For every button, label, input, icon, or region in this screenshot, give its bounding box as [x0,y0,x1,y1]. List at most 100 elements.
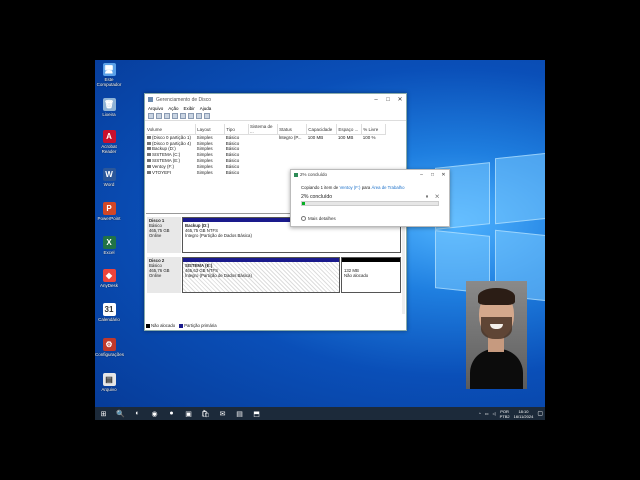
volume-icon [147,147,151,151]
volume-icon [147,159,151,163]
desktop-icon-label: Excel [103,250,115,255]
partition-unallocated[interactable]: 132 MB Não alocado [341,257,401,293]
maximize-button[interactable]: □ [382,97,394,103]
menu-arquivo[interactable]: Arquivo [148,106,163,111]
vertical-scrollbar[interactable] [402,224,405,314]
legend-primary: Partição primária [179,323,217,328]
menu-ajuda[interactable]: Ajuda [200,106,212,111]
copy-description: Copiando 1 item de Ventoy (F:) para Área… [301,185,405,190]
desktop-icon[interactable]: 🗑 Lixeira [95,98,123,117]
start-icon[interactable]: ⊞ [95,407,112,420]
pause-icon[interactable]: ⏸ [426,194,429,200]
partition-sistema[interactable]: SISTEMA (E:) 465,63 GB NTFS Íntegro (Par… [182,257,340,293]
dialog-close-button[interactable]: ✕ [438,172,449,178]
other-app-icon[interactable]: ⬒ [248,407,265,420]
desktop-icon[interactable]: ▤ Arquivo [95,373,123,392]
destination-link[interactable]: Área de Trabalho [372,185,405,190]
desktop-icon[interactable]: 🖥 Este Computador [95,63,123,87]
desktop-icon-label: Arquivo [101,387,117,392]
chevron-up-icon[interactable]: ^ [479,411,481,416]
menu-acao[interactable]: Ação [168,106,178,111]
disk-status: Online [149,273,162,278]
desktop-icon-label: Configurações [95,352,125,357]
cancel-icon[interactable]: ✕ [435,194,439,200]
app-icon: X [102,236,116,249]
explorer-icon[interactable]: ▣ [180,407,197,420]
source-link[interactable]: Ventoy (F:) [339,185,360,190]
help-icon[interactable] [172,113,178,119]
menu-exibir[interactable]: Exibir [184,106,195,111]
more-details-label: Mais detalhes [308,216,336,221]
percent-label: 2% concluído [301,194,333,200]
legend: Não alocado Partição primária [146,323,217,328]
app-icon: A [102,130,116,143]
dialog-minimize-button[interactable]: – [416,172,427,178]
column-header[interactable]: Tipo [224,124,249,135]
desktop-icon[interactable]: ⚙ Configurações [95,338,125,357]
desktop-icon-label: Este Computador [96,77,122,87]
webcam-overlay [466,281,527,389]
dialog-titlebar[interactable]: 2% concluído – □ ✕ [291,170,449,179]
chrome-icon[interactable]: ● [163,407,180,420]
table-cell [248,169,277,175]
column-header[interactable]: Capacidade [306,124,338,135]
unallocated-stripe [342,258,400,262]
volume-icon[interactable]: ◁ [493,411,496,416]
search-icon[interactable]: 🔍 [112,407,129,420]
column-header[interactable]: Sistema de ... [248,124,279,135]
language-indicator[interactable]: POR PTB2 [500,409,510,419]
copy-progress-dialog[interactable]: 2% concluído – □ ✕ Copiando 1 item de Ve… [290,169,450,227]
desktop-icon[interactable]: 31 Calendário [95,303,123,322]
close-button[interactable]: ✕ [394,96,406,103]
app-icon: 31 [102,303,116,316]
disk-management-icon[interactable]: ▤ [231,407,248,420]
firefox-icon[interactable]: ◉ [146,407,163,420]
desktop-icon[interactable]: X Excel [95,236,123,255]
back-arrow-icon[interactable] [148,113,154,119]
network-icon[interactable]: ▭ [485,411,489,416]
table-cell: Básico [225,169,240,175]
disk-graph-view: Disco 1 Básico 465,75 GB Online Backup (… [146,213,404,321]
desktop-icon[interactable]: A Acrobat Reader [95,130,123,154]
desktop-icon-label: Lixeira [102,112,116,117]
checklist-icon[interactable] [204,113,210,119]
desktop-icon-label: Calendário [98,317,120,322]
dm-titlebar[interactable]: Gerenciamento de Disco – □ ✕ [145,94,406,105]
primary-stripe [183,258,339,262]
disk-row[interactable]: Disco 2 Básico 465,76 GB Online SISTEMA … [146,257,401,293]
person-shirt [470,349,523,389]
forward-arrow-icon[interactable] [156,113,162,119]
mail-icon[interactable]: ✉ [214,407,231,420]
pause-cancel-controls: ⏸ ✕ [426,194,439,200]
console-tree-icon[interactable] [164,113,170,119]
desktop-icon[interactable]: ◆ AnyDesk [95,269,123,288]
link-icon[interactable] [196,113,202,119]
column-header[interactable]: Status [277,124,308,135]
store-icon[interactable]: 🛍 [197,407,214,420]
app-icon: 🖥 [102,63,116,76]
properties-icon[interactable] [180,113,186,119]
clock[interactable]: 18:10 16/11/2024 [514,409,534,419]
edge-icon[interactable]: ◐ [129,407,146,420]
dialog-maximize-button[interactable]: □ [427,172,438,178]
volume-icon [147,153,151,157]
list-view-icon[interactable] [188,113,194,119]
legend-unallocated: Não alocado [146,323,175,328]
minimize-button[interactable]: – [370,97,382,103]
progress-bar [301,201,439,206]
app-icon: ⚙ [102,338,116,351]
column-header[interactable]: Layout [195,124,226,135]
disk-management-window[interactable]: Gerenciamento de Disco – □ ✕ Arquivo Açã… [144,93,450,331]
dm-toolbar [145,112,406,121]
column-header[interactable]: Volume [146,124,197,135]
more-details-toggle[interactable]: Mais detalhes [301,216,336,221]
desktop-icon[interactable]: W Word [95,168,123,187]
partition-status: Íntegro (Partição de Dados Básica) [185,273,252,278]
desktop-icon[interactable]: P PowerPoint [95,202,123,221]
disk-label[interactable]: Disco 2 Básico 465,76 GB Online [147,257,181,293]
person-hair [478,288,515,305]
column-header[interactable]: Espaço ... [336,124,363,135]
column-header[interactable]: % Livre [361,124,386,135]
disk-label[interactable]: Disco 1 Básico 465,75 GB Online [147,217,181,253]
notification-icon[interactable]: ▢ [537,410,543,417]
